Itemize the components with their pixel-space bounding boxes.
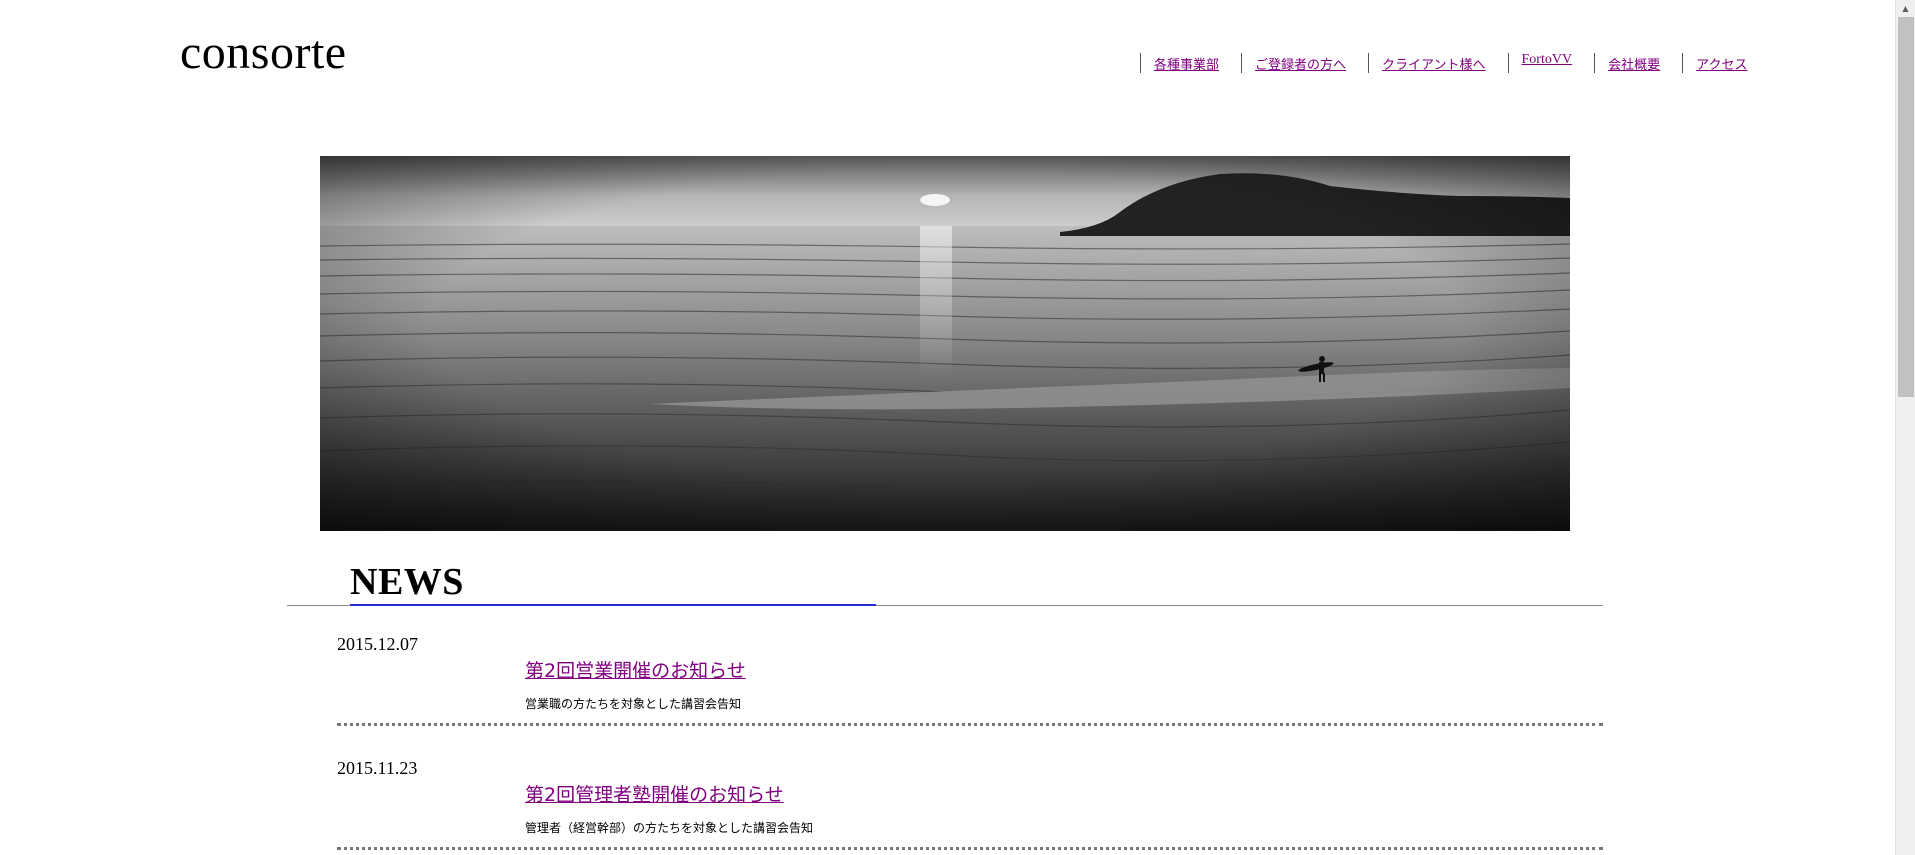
nav-link-divisions[interactable]: 各種事業部 <box>1154 54 1219 73</box>
nav-item-registrants: ご登録者の方へ <box>1241 50 1346 76</box>
nav-link-access[interactable]: アクセス <box>1696 54 1747 73</box>
nav-separator <box>1241 53 1243 73</box>
news-title-link[interactable]: 第2回営業開催のお知らせ <box>525 656 746 683</box>
news-dotted-separator <box>337 847 1603 850</box>
scrollbar-thumb[interactable] <box>1898 17 1914 397</box>
nav-item-fortovv: FortoVV <box>1507 50 1573 76</box>
nav-item-company: 会社概要 <box>1594 50 1660 76</box>
nav-separator <box>1368 53 1370 73</box>
news-title-link[interactable]: 第2回管理者塾開催のお知らせ <box>525 780 784 807</box>
vignette <box>320 156 1570 531</box>
vertical-scrollbar[interactable]: ▲ <box>1895 0 1915 855</box>
news-date: 2015.11.23 <box>337 758 418 778</box>
news-item: 2015.12.07 第2回営業開催のお知らせ 営業職の方たちを対象とした講習会… <box>337 632 1603 756</box>
news-accent-line <box>350 604 876 606</box>
news-description: 管理者（経営幹部）の方たちを対象とした講習会告知 <box>525 821 814 835</box>
nav-link-clients[interactable]: クライアント様へ <box>1382 54 1485 73</box>
site-logo[interactable]: consorte <box>180 24 347 82</box>
main-nav: 各種事業部 ご登録者の方へ クライアント様へ FortoVV 会社概要 アクセス <box>1140 50 1747 76</box>
nav-separator <box>1507 53 1509 73</box>
page: consorte 各種事業部 ご登録者の方へ クライアント様へ FortoVV … <box>0 0 1895 855</box>
nav-item-access: アクセス <box>1682 50 1747 76</box>
news-description: 営業職の方たちを対象とした講習会告知 <box>525 697 742 711</box>
nav-separator <box>1682 53 1684 73</box>
nav-separator <box>1594 53 1596 73</box>
news-item: 2015.11.23 第2回管理者塾開催のお知らせ 管理者（経営幹部）の方たちを… <box>337 756 1603 855</box>
nav-item-clients: クライアント様へ <box>1368 50 1486 76</box>
nav-link-fortovv[interactable]: FortoVV <box>1522 52 1573 68</box>
news-date: 2015.12.07 <box>337 634 418 654</box>
nav-link-company[interactable]: 会社概要 <box>1608 54 1660 73</box>
news-heading: NEWS <box>350 561 464 603</box>
nav-link-registrants[interactable]: ご登録者の方へ <box>1255 54 1346 73</box>
chevron-up-icon[interactable]: ▲ <box>1896 0 1915 17</box>
hero-illustration <box>320 156 1570 531</box>
hero-image <box>320 156 1570 531</box>
nav-separator <box>1140 53 1141 73</box>
news-dotted-separator <box>337 723 1603 726</box>
nav-item-divisions: 各種事業部 <box>1140 50 1219 76</box>
